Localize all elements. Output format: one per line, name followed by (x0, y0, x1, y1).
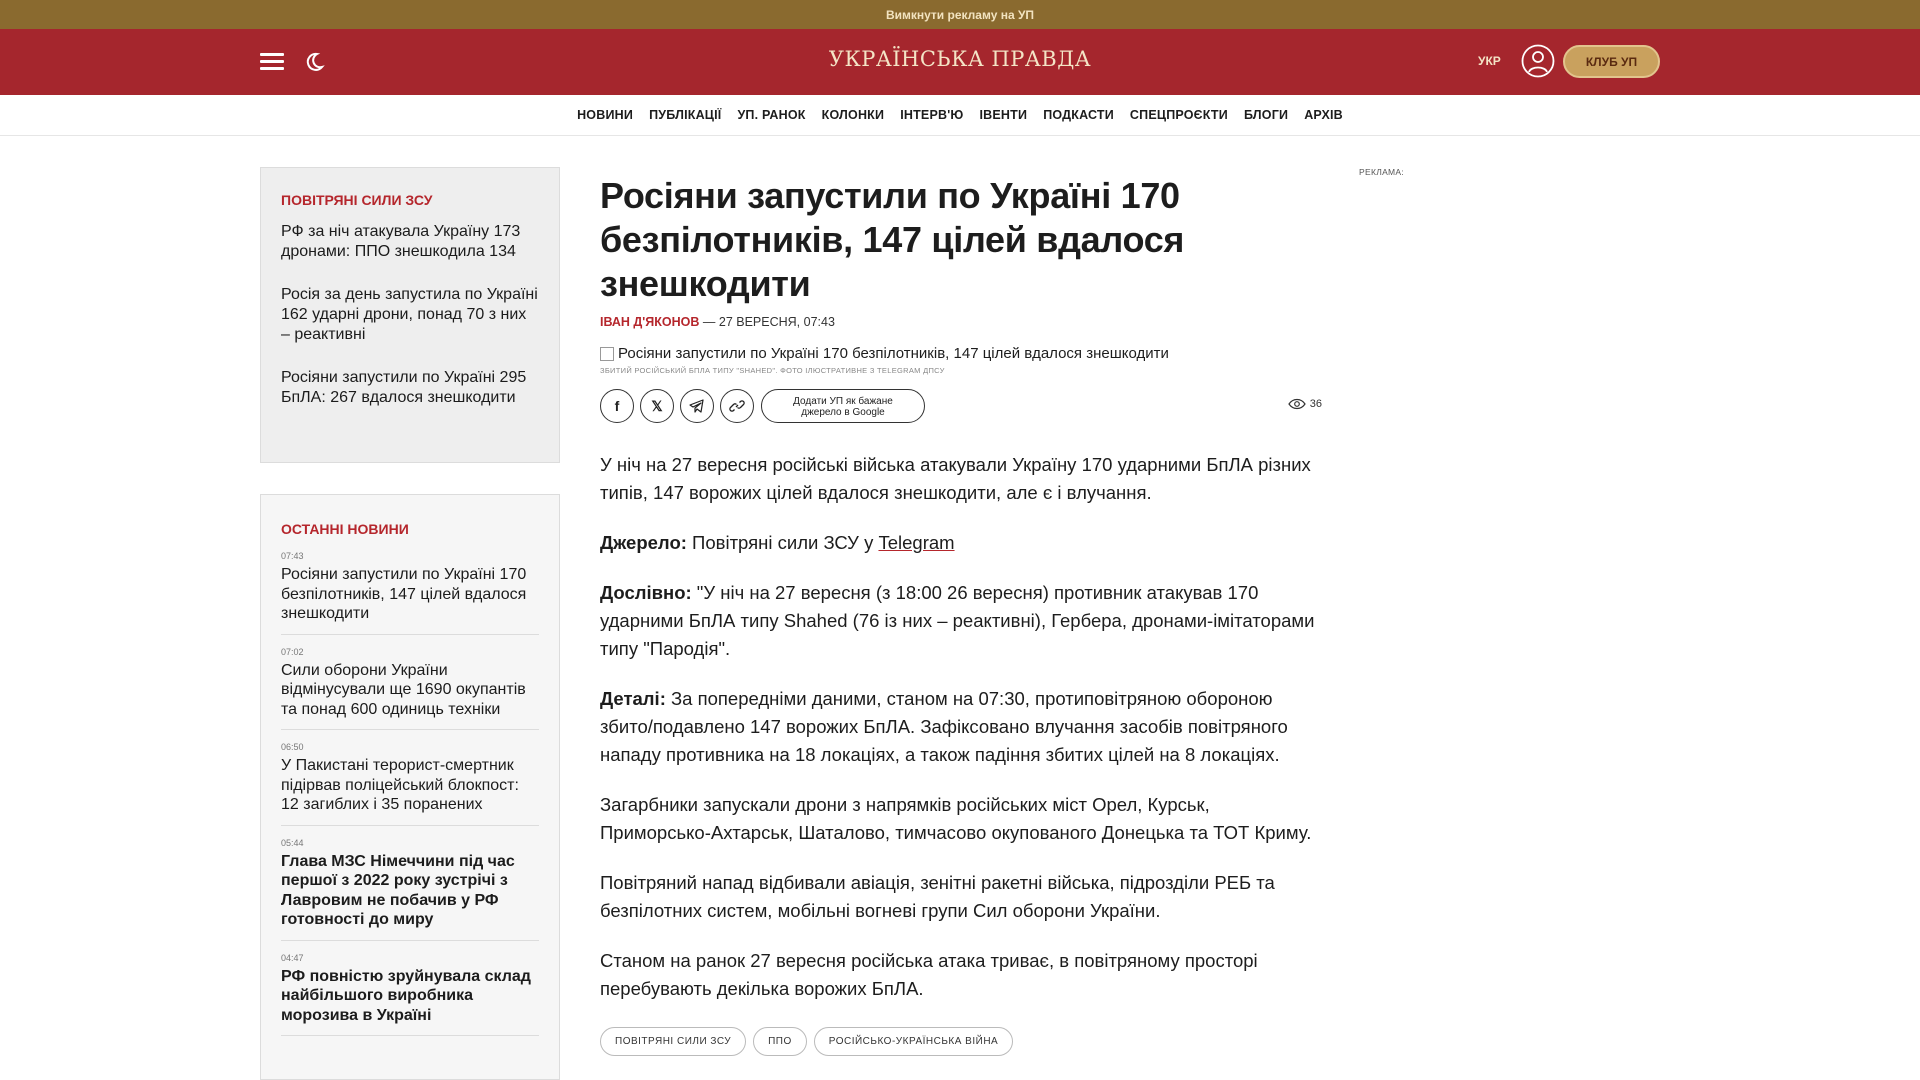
related-item[interactable]: Росіяни запустили по Україні 295 БпЛА: 2… (281, 368, 539, 408)
logo-text[interactable]: УКРАЇНСЬКА ПРАВДА (829, 47, 1091, 71)
tag[interactable]: РОСІЙСЬКО-УКРАЇНСЬКА ВІЙНА (813, 1027, 1014, 1056)
views-counter: 36 (1288, 398, 1322, 410)
news-time: 05:44 (281, 837, 304, 848)
views-count: 36 (1309, 398, 1322, 410)
nav-item-events[interactable]: ІВЕНТИ (980, 108, 1028, 122)
x-share-icon[interactable]: 𝕏 (640, 389, 674, 423)
news-title[interactable]: Росіяни запустили по Україні 170 безпіло… (281, 565, 539, 624)
lead-paragraph: У ніч на 27 вересня російські війська ат… (600, 454, 1311, 503)
related-section-title[interactable]: ПОВІТРЯНІ СИЛИ ЗСУ (281, 192, 539, 208)
latest-news-item[interactable]: 05:44 Глава МЗС Німеччини під час першої… (281, 838, 539, 941)
article-image: Росіяни запустили по Україні 170 безпіло… (600, 345, 1322, 362)
nav-item-interview[interactable]: ІНТЕРВ'Ю (900, 108, 963, 122)
tags-list: ПОВІТРЯНІ СИЛИ ЗСУ ППО РОСІЙСЬКО-УКРАЇНС… (600, 1027, 1322, 1056)
article-title: Росіяни запустили по Україні 170 безпіло… (600, 175, 1185, 304)
news-title[interactable]: Глава МЗС Німеччини під час першої з 202… (281, 852, 539, 930)
related-item[interactable]: РФ за ніч атакувала Україну 173 дронами:… (281, 222, 539, 262)
language-switch[interactable]: УКР (1478, 54, 1501, 68)
related-item[interactable]: Росія за день запустила по Україні 162 у… (281, 285, 539, 345)
news-time: 07:43 (281, 551, 304, 561)
quote-label: Дослівно: (600, 582, 692, 603)
latest-news-item[interactable]: 04:47 РФ повністю зруйнувала склад найбі… (281, 952, 539, 1036)
latest-news-item[interactable]: 07:02 Сили оборони України відмінусували… (281, 646, 539, 730)
facebook-share-icon[interactable]: f (600, 389, 634, 423)
nav-item-blogs[interactable]: БЛОГИ (1244, 108, 1288, 122)
nav-item-morning[interactable]: УП. РАНОК (737, 108, 805, 122)
author-link[interactable]: ІВАН Д'ЯКОНОВ (600, 315, 699, 329)
latest-news-item[interactable]: 06:50 У Пакистані терорист-смертник піді… (281, 742, 539, 826)
image-caption: ЗБИТИЙ РОСІЙСЬКИЙ БПЛА ТИПУ "SHAHED". ФО… (600, 366, 945, 375)
nav-item-columns[interactable]: КОЛОНКИ (822, 108, 885, 122)
latest-news-item[interactable]: 07:43 Росіяни запустили по Україні 170 б… (281, 551, 539, 635)
news-time: 07:02 (281, 646, 304, 657)
news-title[interactable]: У Пакистані терорист-смертник підірвав п… (281, 756, 539, 815)
menu-icon[interactable] (260, 53, 284, 71)
telegram-share-icon[interactable] (680, 389, 714, 423)
quote-text: "У ніч на 27 вересня (з 18:00 26 вересня… (600, 582, 1315, 659)
quote-paragraph: Дослівно: "У ніч на 27 вересня (з 18:00 … (600, 579, 1322, 663)
eye-icon (1288, 398, 1306, 410)
article-body: У ніч на 27 вересня російські війська ат… (600, 451, 1322, 1003)
club-button[interactable]: КЛУБ УП (1563, 45, 1660, 78)
source-paragraph: Джерело: Повітряні сили ЗСУ у Telegram (600, 529, 1322, 557)
telegram-link[interactable]: Telegram (878, 532, 954, 553)
google-button-line1: Додати УП як бажане (793, 396, 893, 407)
main-nav: НОВИНИ ПУБЛІКАЦІЇ УП. РАНОК КОЛОНКИ ІНТЕ… (0, 95, 1920, 136)
nav-item-specprojects[interactable]: СПЕЦПРОЄКТИ (1130, 108, 1228, 122)
body-paragraph: Повітряний напад відбивали авіація, зені… (600, 872, 1275, 921)
ad-label: РЕКЛАМА: (1359, 167, 1405, 177)
disable-ads-link[interactable]: Вимкнути рекламу на УП (886, 8, 1034, 22)
copy-link-icon[interactable] (720, 389, 754, 423)
related-news-box: ПОВІТРЯНІ СИЛИ ЗСУ РФ за ніч атакувала У… (260, 167, 560, 463)
source-label: Джерело: (600, 532, 687, 553)
nav-item-publications[interactable]: ПУБЛІКАЦІЇ (649, 108, 721, 122)
details-paragraph: Деталі: За попередніми даними, станом на… (600, 685, 1322, 769)
share-bar: f 𝕏 Додати УП як бажане джерело в Google… (600, 389, 1322, 423)
broken-image-icon (600, 346, 614, 361)
latest-section-title[interactable]: ОСТАННІ НОВИНИ (281, 521, 539, 537)
publish-date: — 27 ВЕРЕСНЯ, 07:43 (702, 315, 835, 329)
nav-item-news[interactable]: НОВИНИ (577, 108, 633, 122)
tag[interactable]: ПОВІТРЯНІ СИЛИ ЗСУ (600, 1027, 747, 1056)
news-title[interactable]: Сили оборони України відмінусували ще 16… (281, 661, 539, 720)
latest-news-box: ОСТАННІ НОВИНИ 07:43 Росіяни запустили п… (260, 494, 560, 1080)
article: Росіяни запустили по Україні 170 безпіло… (600, 174, 1322, 1056)
source-text: Повітряні сили ЗСУ у (692, 532, 874, 553)
image-alt-text: Росіяни запустили по Україні 170 безпіло… (618, 345, 1169, 362)
byline: ІВАН Д'ЯКОНОВ — 27 ВЕРЕСНЯ, 07:43 (600, 315, 1322, 329)
news-time: 04:47 (281, 952, 304, 963)
user-account-icon[interactable] (1521, 44, 1555, 78)
body-paragraph: Загарбники запускали дрони з напрямків р… (600, 794, 1312, 843)
tag[interactable]: ППО (753, 1027, 807, 1056)
site-header: УКРАЇНСЬКА ПРАВДА УКР КЛУБ УП (0, 29, 1920, 95)
dark-mode-moon-icon[interactable] (302, 50, 326, 74)
details-text: За попередніми даними, станом на 07:30, … (600, 688, 1288, 765)
details-label: Деталі: (600, 688, 666, 709)
google-button-line2: джерело в Google (801, 407, 885, 418)
news-title[interactable]: РФ повністю зруйнувала склад найбільшого… (281, 967, 539, 1026)
nav-item-podcasts[interactable]: ПОДКАСТИ (1043, 108, 1114, 122)
promo-bar: Вимкнути рекламу на УП (0, 0, 1920, 29)
news-time: 06:50 (281, 742, 304, 752)
nav-item-archive[interactable]: АРХІВ (1304, 108, 1343, 122)
add-google-source-button[interactable]: Додати УП як бажане джерело в Google (761, 389, 925, 423)
body-paragraph: Станом на ранок 27 вересня російська ата… (600, 950, 1258, 999)
